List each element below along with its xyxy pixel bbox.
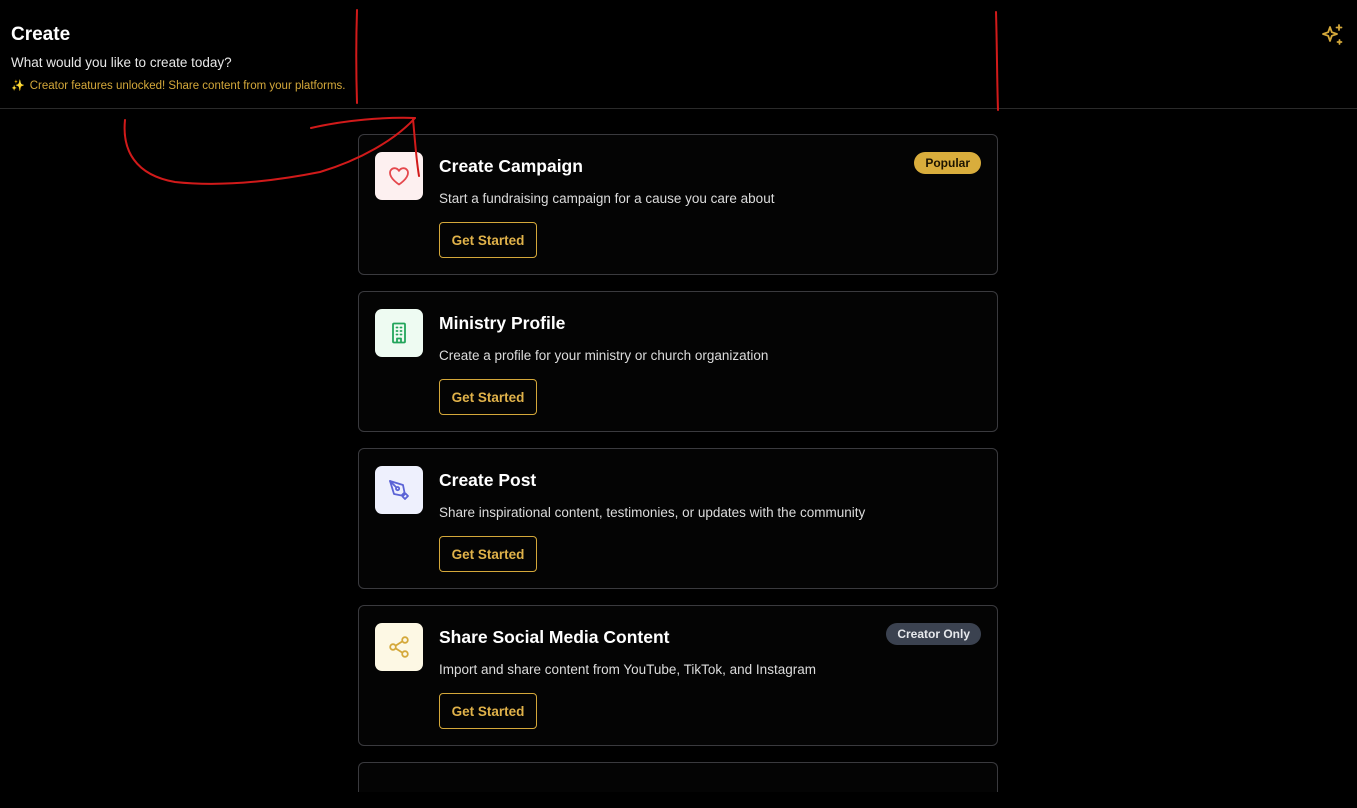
pen-tool-icon — [389, 480, 409, 500]
card-description: Start a fundraising campaign for a cause… — [439, 191, 775, 206]
card-title: Create Post — [439, 470, 537, 490]
page-header: Create What would you like to create tod… — [0, 0, 1357, 109]
card-icon-box — [375, 152, 423, 200]
sparkles-icon — [1322, 24, 1343, 45]
share-social-get-started-button[interactable]: Get Started — [439, 693, 537, 729]
page-subtitle: What would you like to create today? — [11, 55, 232, 70]
card-title: Ministry Profile — [439, 313, 566, 333]
creator-unlock-text: Creator features unlocked! Share content… — [29, 79, 346, 92]
next-card-partial[interactable] — [358, 762, 998, 792]
share-social-media-card[interactable]: Share Social Media Content Creator Only … — [358, 605, 998, 746]
card-title: Share Social Media Content — [439, 627, 670, 647]
sparkles-button[interactable] — [1319, 22, 1345, 48]
card-description: Create a profile for your ministry or ch… — [439, 348, 769, 363]
ministry-profile-get-started-button[interactable]: Get Started — [439, 379, 537, 415]
sparkle-emoji-icon: ✨ — [11, 80, 25, 92]
create-post-card[interactable]: Create Post Share inspirational content,… — [358, 448, 998, 589]
share-icon — [389, 636, 409, 658]
ministry-profile-card[interactable]: Ministry Profile Create a profile for yo… — [358, 291, 998, 432]
creator-unlock-note: ✨ Creator features unlocked! Share conte… — [11, 79, 346, 93]
building-icon — [392, 322, 406, 344]
heart-icon — [389, 167, 409, 186]
card-icon-box — [375, 466, 423, 514]
popular-badge: Popular — [914, 152, 981, 174]
card-title: Create Campaign — [439, 156, 583, 176]
create-post-get-started-button[interactable]: Get Started — [439, 536, 537, 572]
card-icon-box — [375, 309, 423, 357]
creator-only-badge: Creator Only — [886, 623, 981, 645]
card-description: Import and share content from YouTube, T… — [439, 662, 816, 677]
create-campaign-card[interactable]: Create Campaign Popular Start a fundrais… — [358, 134, 998, 275]
page-title: Create — [11, 24, 71, 45]
create-options-list: Create Campaign Popular Start a fundrais… — [358, 134, 998, 808]
card-description: Share inspirational content, testimonies… — [439, 505, 866, 520]
annotation-line — [310, 116, 416, 129]
card-icon-box — [375, 623, 423, 671]
create-campaign-get-started-button[interactable]: Get Started — [439, 222, 537, 258]
